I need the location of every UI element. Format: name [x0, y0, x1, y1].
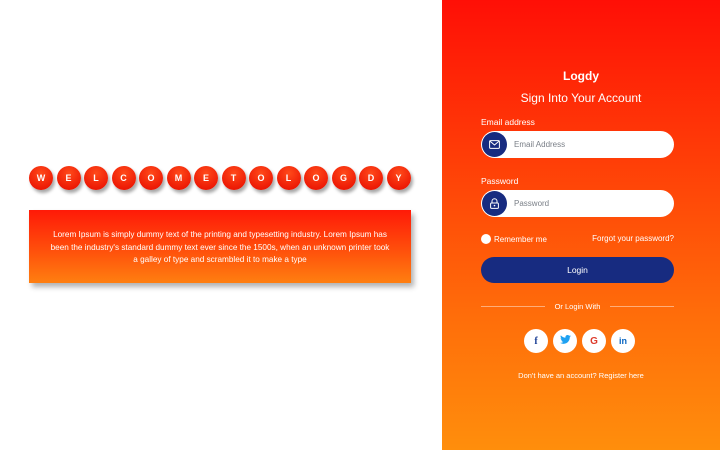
- welcome-letter: T: [221, 166, 246, 190]
- login-panel: Logdy Sign Into Your Account Email addre…: [442, 0, 720, 450]
- linkedin-icon: in: [619, 336, 627, 346]
- remember-label: Remember me: [494, 234, 547, 244]
- remember-me[interactable]: Remember me: [481, 234, 547, 244]
- divider-line: [481, 305, 545, 307]
- welcome-letter: G: [331, 166, 356, 190]
- welcome-letter: E: [56, 166, 81, 190]
- welcome-letter: C: [111, 166, 136, 190]
- welcome-letter: O: [139, 166, 163, 190]
- welcome-letter: O: [304, 166, 328, 190]
- social-login-buttons: f G in: [524, 329, 635, 353]
- welcome-letter: L: [84, 166, 108, 190]
- facebook-button[interactable]: f: [524, 329, 548, 353]
- facebook-icon: f: [534, 335, 538, 347]
- welcome-letter: D: [359, 166, 383, 190]
- or-login-divider: Or Login With: [481, 301, 675, 311]
- welcome-letter: M: [166, 166, 191, 190]
- twitter-icon: [559, 335, 571, 347]
- password-field-wrapper: [481, 190, 674, 217]
- password-input[interactable]: [514, 199, 664, 208]
- welcome-letter: Y: [386, 166, 411, 190]
- lock-icon: [482, 191, 507, 216]
- google-button[interactable]: G: [582, 329, 606, 353]
- welcome-letter: O: [249, 166, 273, 190]
- remember-checkbox[interactable]: [481, 234, 491, 244]
- envelope-icon: [482, 132, 507, 157]
- linkedin-button[interactable]: in: [611, 329, 635, 353]
- email-field-wrapper: [481, 131, 674, 158]
- welcome-letter: E: [194, 166, 218, 190]
- welcome-description-box: Lorem Ipsum is simply dummy text of the …: [29, 210, 411, 283]
- password-label: Password: [481, 176, 519, 186]
- email-input[interactable]: [514, 140, 664, 149]
- google-icon: G: [590, 335, 598, 347]
- email-label: Email address: [481, 117, 535, 127]
- welcome-description: Lorem Ipsum is simply dummy text of the …: [50, 230, 390, 264]
- twitter-button[interactable]: [553, 329, 577, 353]
- welcome-letter: W: [29, 166, 53, 190]
- login-title: Sign Into Your Account: [520, 91, 642, 105]
- forgot-password-link[interactable]: Forgot your password?: [592, 234, 674, 243]
- divider-line: [610, 305, 675, 307]
- or-login-with-text: Or Login With: [554, 301, 601, 311]
- login-button[interactable]: Login: [481, 257, 674, 283]
- welcome-letters: W E L C O M E T O L O G D Y: [29, 166, 411, 190]
- brand-name: Logdy: [563, 69, 599, 83]
- welcome-letter: L: [276, 166, 301, 190]
- register-link[interactable]: Don't have an account? Register here: [442, 371, 720, 380]
